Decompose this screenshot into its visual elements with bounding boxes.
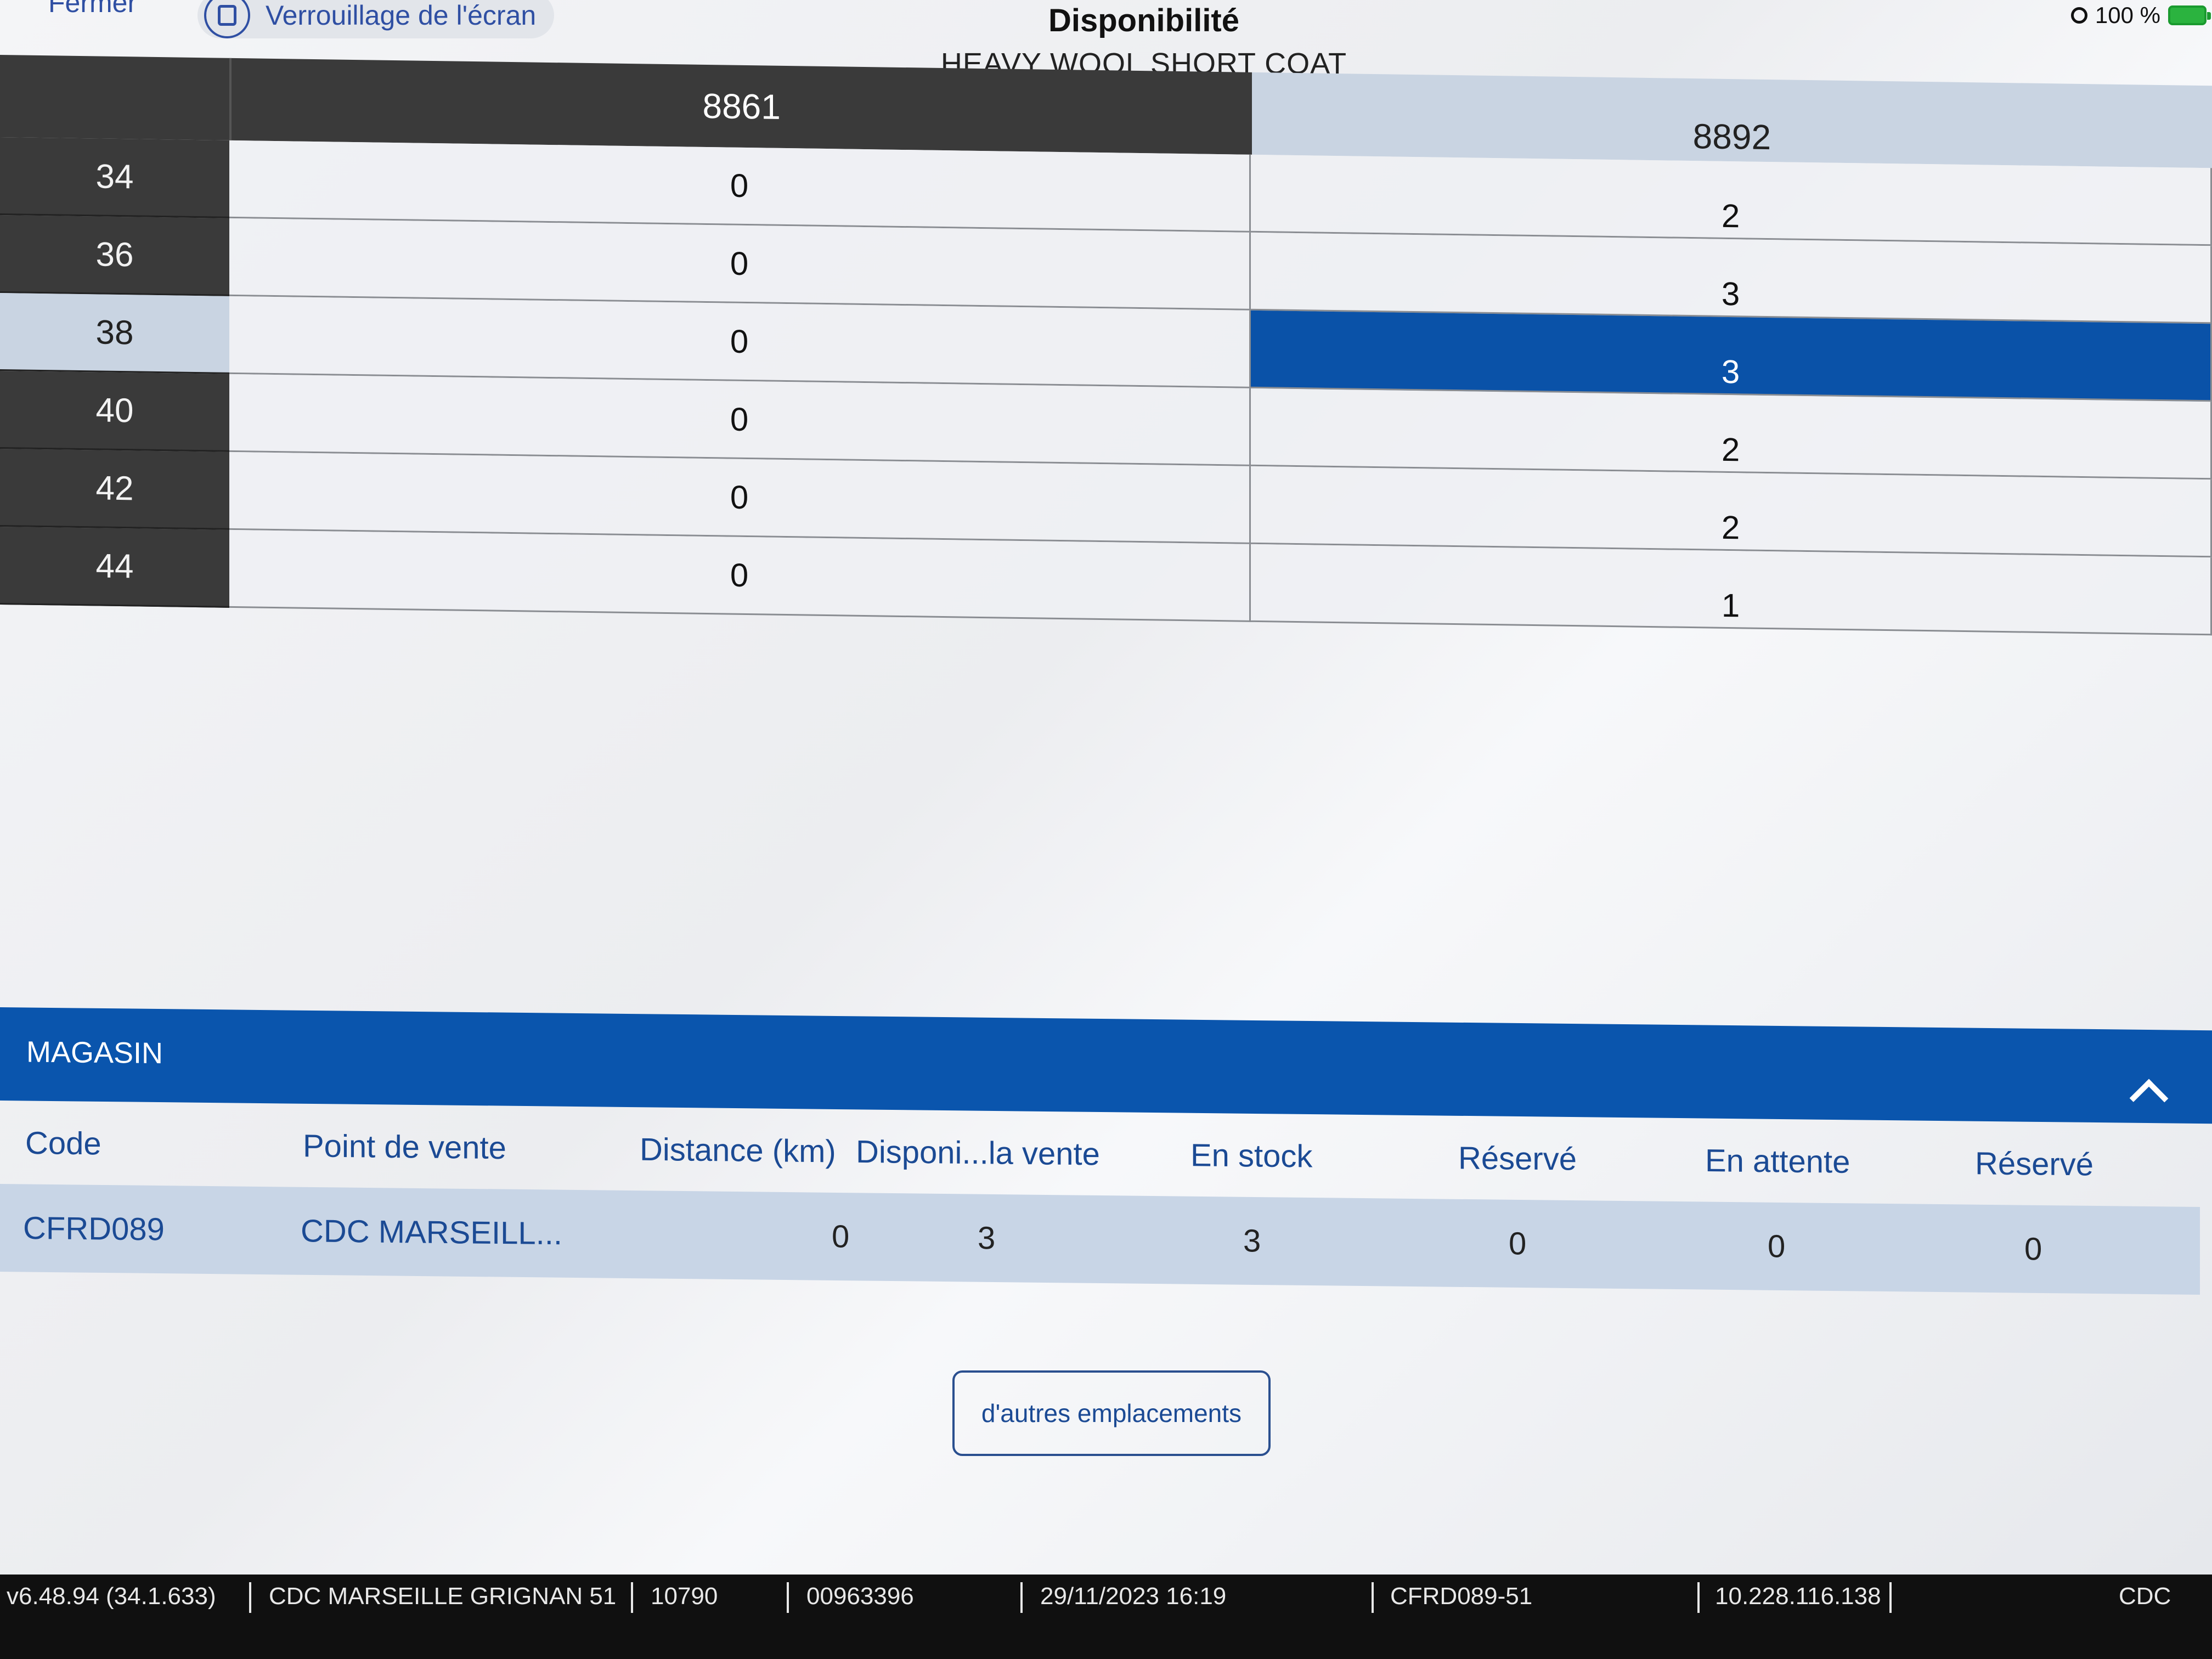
column-header-point-de-vente: Point de vente — [303, 1128, 506, 1166]
ip-address: 10.228.116.138 — [1715, 1583, 1881, 1610]
grid-cell-selected[interactable]: 3 — [1251, 310, 2212, 402]
battery-icon — [2168, 5, 2211, 25]
device-id: CFRD089-51 — [1390, 1583, 1533, 1610]
grid-cell[interactable]: 0 — [229, 452, 1251, 544]
grid-cell[interactable]: 0 — [229, 296, 1251, 388]
grid-cell[interactable]: 3 — [1251, 232, 2212, 324]
app-version: v6.48.94 (34.1.633) — [7, 1583, 216, 1610]
more-locations-button[interactable]: d'autres emplacements — [952, 1370, 1271, 1456]
store-distance: 0 — [832, 1218, 850, 1255]
separator — [1020, 1582, 1023, 1613]
store-in-stock: 3 — [1243, 1223, 1261, 1259]
store-code: CFRD089 — [23, 1210, 165, 1248]
store-table: Code Point de vente Distance (km) Dispon… — [0, 1102, 2200, 1295]
store-pending: 0 — [1768, 1228, 1786, 1265]
store-label: CDC MARSEILLE GRIGNAN 51 — [269, 1583, 617, 1610]
availability-grid: 8861 8892 34 0 2 36 0 3 38 0 3 40 0 2 42… — [0, 55, 2212, 636]
column-header-code: Code — [25, 1125, 101, 1162]
column-header-en-stock: En stock — [1190, 1137, 1313, 1175]
close-button[interactable]: Fermer — [48, 0, 137, 19]
lock-screen-button[interactable]: Verrouillage de l'écran — [198, 0, 554, 38]
column-header-reserve: Réservé — [1458, 1140, 1577, 1177]
store-reserved: 0 — [1509, 1226, 1527, 1262]
row-header-size[interactable]: 42 — [0, 449, 229, 530]
store-section-title: MAGASIN — [26, 1035, 163, 1070]
row-header-size[interactable]: 40 — [0, 371, 229, 452]
region-code: CDC — [2119, 1583, 2171, 1610]
store-reserved-2: 0 — [2024, 1231, 2042, 1267]
store-available: 3 — [978, 1220, 996, 1256]
grid-cell[interactable]: 2 — [1251, 154, 2212, 246]
column-header-disponible: Disponi...la vente — [856, 1133, 1100, 1172]
top-bar: Fermer Verrouillage de l'écran Disponibi… — [0, 0, 2212, 80]
separator — [631, 1582, 633, 1613]
lock-icon — [204, 0, 250, 38]
grid-cell[interactable]: 0 — [229, 218, 1251, 311]
store-number: 10790 — [651, 1583, 718, 1610]
row-header-size[interactable]: 34 — [0, 137, 229, 218]
separator — [249, 1582, 251, 1613]
grid-cell[interactable]: 2 — [1251, 388, 2212, 480]
date-time: 29/11/2023 16:19 — [1040, 1583, 1227, 1610]
column-header-reserve-2: Réservé — [1975, 1146, 2094, 1183]
rotation-lock-icon — [2070, 7, 2087, 24]
status-bar: v6.48.94 (34.1.633) CDC MARSEILLE GRIGNA… — [0, 1575, 2212, 1659]
grid-cell[interactable]: 2 — [1251, 466, 2212, 558]
separator — [787, 1582, 789, 1613]
page-title: Disponibilité — [1048, 3, 1239, 38]
battery-status: 100 % — [2070, 2, 2211, 29]
separator — [1697, 1582, 1700, 1613]
user-id: 00963396 — [806, 1583, 914, 1610]
column-header-distance: Distance (km) — [640, 1131, 836, 1170]
grid-cell[interactable]: 0 — [229, 374, 1251, 466]
lock-screen-label: Verrouillage de l'écran — [266, 0, 537, 31]
battery-percent: 100 % — [2095, 2, 2160, 28]
separator — [1889, 1582, 1892, 1613]
grid-cell[interactable]: 1 — [1251, 544, 2212, 636]
column-header-8892[interactable]: 8892 — [1251, 72, 2212, 168]
row-header-size-selected[interactable]: 38 — [0, 293, 229, 374]
grid-corner — [0, 55, 232, 140]
grid-cell[interactable]: 0 — [229, 529, 1251, 622]
column-header-en-attente: En attente — [1705, 1143, 1850, 1180]
row-header-size[interactable]: 36 — [0, 215, 229, 296]
grid-cell[interactable]: 0 — [229, 140, 1251, 233]
column-header-8861[interactable]: 8861 — [231, 58, 1252, 155]
store-name: CDC MARSEILL... — [301, 1213, 562, 1252]
chevron-up-icon[interactable] — [2129, 1079, 2169, 1118]
separator — [1372, 1582, 1374, 1613]
app-screen: Fermer Verrouillage de l'écran Disponibi… — [0, 0, 2212, 1575]
row-header-size[interactable]: 44 — [0, 527, 229, 608]
